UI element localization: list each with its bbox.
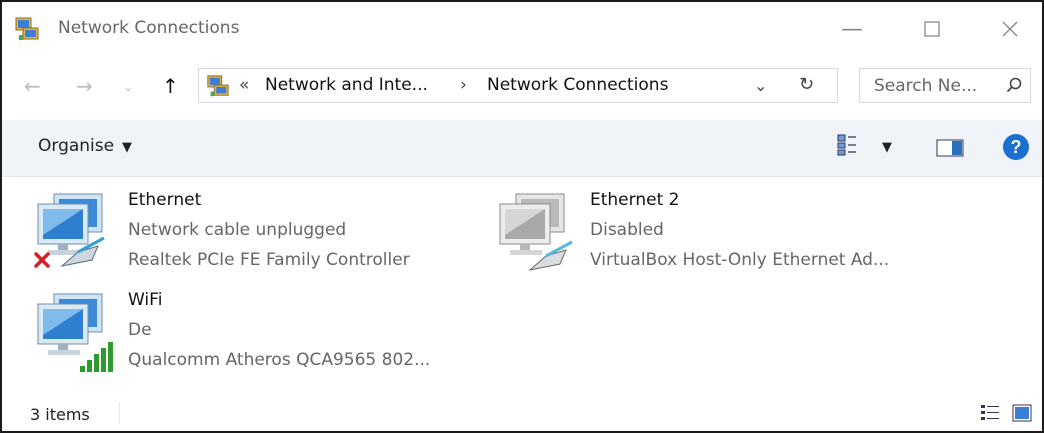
- command-bar: Organise ▼ ▼ ?: [2, 120, 1042, 177]
- maximize-button[interactable]: [912, 12, 952, 46]
- refresh-icon[interactable]: ↻: [799, 74, 814, 95]
- breadcrumb-overflow-icon[interactable]: «: [239, 75, 249, 95]
- connection-device: Realtek PCIe FE Family Controller: [128, 250, 410, 270]
- help-icon[interactable]: ?: [1002, 133, 1030, 161]
- address-bar[interactable]: « Network and Inte... › Network Connecti…: [198, 68, 838, 103]
- connection-device: Qualcomm Atheros QCA9565 802...: [128, 350, 431, 370]
- details-view-icon[interactable]: [980, 404, 1000, 422]
- network-connections-icon: [207, 75, 229, 97]
- connection-name: WiFi: [128, 290, 163, 310]
- explorer-window: Network Connections — ← → ⌄ ↑ « Network …: [0, 0, 1044, 433]
- preview-pane-icon[interactable]: [936, 139, 964, 157]
- network-adapter-disabled-icon: [499, 193, 573, 271]
- connection-status: Network cable unplugged: [128, 220, 347, 240]
- search-box[interactable]: Search Ne...: [859, 68, 1031, 103]
- search-icon[interactable]: [1006, 77, 1022, 93]
- change-view-icon[interactable]: [837, 134, 857, 156]
- address-dropdown-chevron-icon[interactable]: ⌄: [754, 76, 767, 95]
- connection-item-ethernet[interactable]: Ethernet Network cable unplugged Realtek…: [32, 190, 472, 280]
- connection-device: VirtualBox Host-Only Ethernet Ad...: [590, 250, 890, 270]
- connection-item-wifi[interactable]: WiFi De Qualcomm Atheros QCA9565 802...: [32, 290, 472, 380]
- recent-locations-chevron-icon[interactable]: ⌄: [123, 80, 133, 94]
- organise-button[interactable]: Organise: [38, 136, 114, 156]
- navigation-bar: ← → ⌄ ↑ « Network and Inte... › Network …: [2, 60, 1042, 108]
- large-icons-view-icon[interactable]: [1012, 404, 1032, 422]
- wifi-adapter-icon: [37, 293, 113, 372]
- view-options-dropdown-icon[interactable]: ▼: [882, 140, 892, 155]
- connection-status: Disabled: [590, 220, 664, 240]
- up-arrow-icon[interactable]: ↑: [162, 74, 179, 98]
- breadcrumb-network-and-internet[interactable]: Network and Inte...: [265, 75, 428, 95]
- item-count: 3 items: [30, 405, 90, 424]
- back-arrow-icon[interactable]: ←: [24, 74, 41, 98]
- connection-status: De: [128, 320, 152, 340]
- status-divider: [119, 402, 120, 424]
- network-connections-icon: [15, 17, 39, 40]
- close-icon: [1002, 21, 1018, 37]
- organise-dropdown-icon[interactable]: ▼: [122, 140, 132, 155]
- breadcrumb-network-connections[interactable]: Network Connections: [487, 75, 668, 95]
- svg-text:?: ?: [1011, 137, 1022, 157]
- window-title: Network Connections: [58, 18, 240, 38]
- network-adapter-disconnected-icon: [34, 193, 105, 268]
- maximize-icon: [924, 21, 940, 37]
- close-button[interactable]: [990, 12, 1030, 46]
- minimize-button[interactable]: —: [832, 12, 872, 46]
- breadcrumb-separator-icon[interactable]: ›: [460, 75, 467, 95]
- status-bar: 3 items: [2, 394, 1042, 431]
- connection-item-ethernet-2[interactable]: Ethernet 2 Disabled VirtualBox Host-Only…: [494, 190, 934, 280]
- connection-name: Ethernet 2: [590, 190, 680, 210]
- title-bar[interactable]: Network Connections —: [2, 2, 1042, 56]
- minimize-icon: —: [841, 16, 863, 42]
- search-placeholder: Search Ne...: [874, 76, 978, 96]
- connection-name: Ethernet: [128, 190, 202, 210]
- forward-arrow-icon[interactable]: →: [76, 74, 93, 98]
